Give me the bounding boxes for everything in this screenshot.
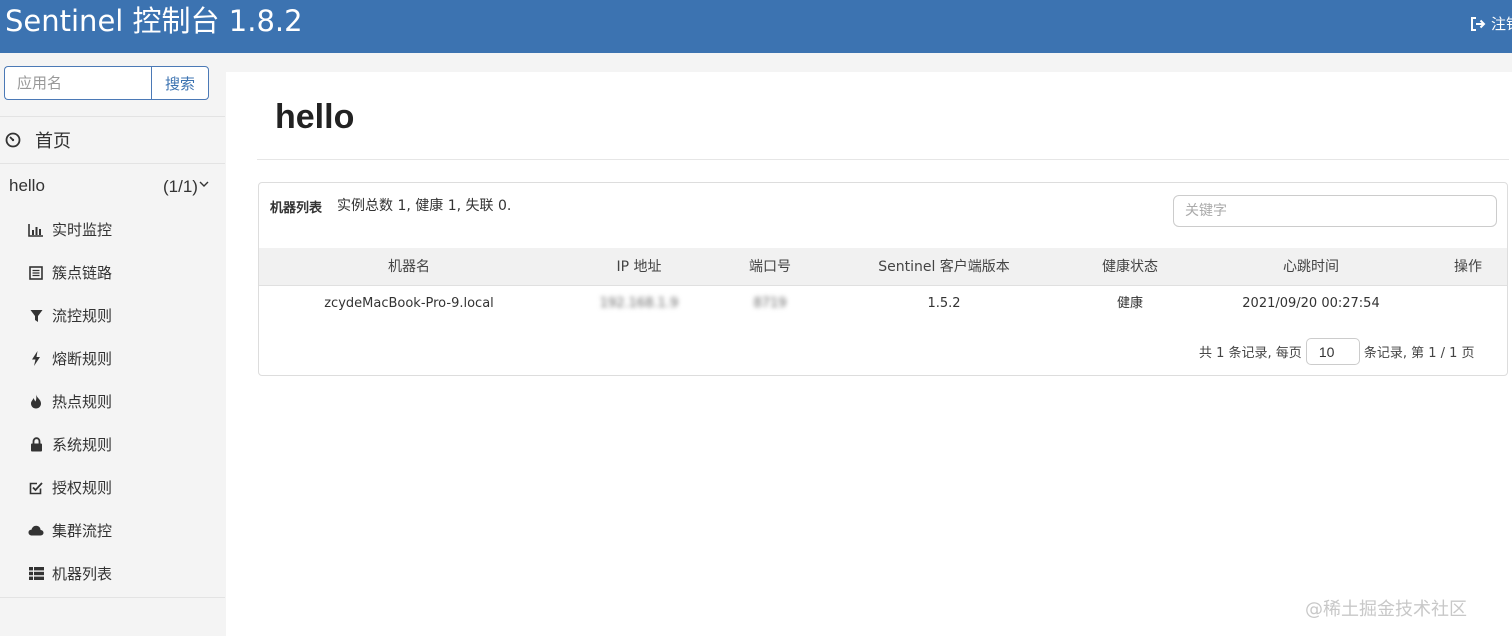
column-header-machine[interactable]: 机器名	[388, 248, 430, 286]
th-list-icon	[28, 566, 44, 582]
lock-icon	[28, 437, 44, 453]
bar-chart-icon	[28, 222, 44, 238]
sidebar-item-resource-chain[interactable]: 簇点链路	[0, 251, 225, 294]
cell-health: 健康	[1116, 296, 1144, 311]
sidebar-item-system-rules[interactable]: 系统规则	[0, 423, 225, 466]
sidebar: 搜索 首页 hello (1/1) 实时监控 簇点链路	[0, 53, 225, 636]
sidebar-item-label: 热点规则	[52, 393, 113, 411]
sidebar-divider	[0, 116, 225, 117]
list-alt-icon	[28, 265, 44, 281]
machine-list-panel: 机器列表 实例总数 1, 健康 1, 失联 0. 机器名 IP 地址 端口号 S…	[258, 182, 1508, 376]
column-header-health[interactable]: 健康状态	[1102, 248, 1158, 286]
fire-icon	[28, 394, 44, 410]
sidebar-item-realtime-monitor[interactable]: 实时监控	[0, 208, 225, 251]
sidebar-item-label: 流控规则	[52, 307, 113, 325]
sidebar-divider	[0, 597, 225, 598]
search-button[interactable]: 搜索	[151, 66, 209, 100]
sidebar-item-hotspot-rules[interactable]: 热点规则	[0, 380, 225, 423]
pager-suffix: 条记录, 第 1 / 1 页	[1363, 346, 1475, 361]
sidebar-app-hello[interactable]: hello (1/1)	[0, 165, 225, 207]
cell-heartbeat: 2021/09/20 00:27:54	[1242, 296, 1380, 311]
pager-prefix: 共 1 条记录, 每页	[1199, 346, 1302, 361]
column-header-action: 操作	[1454, 259, 1482, 275]
app-search-group: 搜索	[4, 66, 209, 100]
sidebar-item-label: 授权规则	[52, 479, 113, 497]
sidebar-item-label: 簇点链路	[52, 264, 113, 282]
chevron-down-icon	[199, 181, 209, 187]
sidebar-item-label: 机器列表	[52, 565, 113, 583]
column-header-heartbeat[interactable]: 心跳时间	[1283, 248, 1339, 286]
dashboard-icon	[5, 132, 21, 148]
panel-title: 机器列表	[270, 201, 323, 216]
logout-label: 注销	[1491, 16, 1512, 33]
sign-out-icon	[1471, 16, 1486, 31]
sidebar-item-home[interactable]: 首页	[0, 118, 225, 162]
cell-machine: zcydeMacBook-Pro-9.local	[324, 296, 494, 311]
page-size-input[interactable]	[1305, 338, 1360, 365]
app-instance-count: (1/1)	[163, 177, 209, 197]
sidebar-item-cluster-flow[interactable]: 集群流控	[0, 509, 225, 552]
table-header: 机器名 IP 地址 端口号 Sentinel 客户端版本 健康状态 心跳时间 操…	[259, 248, 1507, 286]
sidebar-divider	[0, 163, 225, 164]
sidebar-item-label: 集群流控	[52, 522, 113, 540]
flash-icon	[28, 351, 44, 367]
column-header-port[interactable]: 端口号	[749, 248, 791, 286]
pagination: 共 1 条记录, 每页 条记录, 第 1 / 1 页	[1199, 338, 1475, 365]
keyword-search-input[interactable]	[1173, 195, 1497, 227]
app-name: hello	[9, 176, 45, 195]
check-icon	[28, 480, 44, 496]
app-search-input[interactable]	[4, 66, 151, 100]
sidebar-item-degrade-rules[interactable]: 熔断规则	[0, 337, 225, 380]
watermark: @稀土掘金技术社区	[1305, 599, 1467, 620]
cell-port: 8719	[753, 296, 787, 311]
title-divider	[257, 159, 1509, 160]
app-count-label: (1/1)	[163, 177, 198, 196]
app-title: Sentinel 控制台 1.8.2	[5, 4, 303, 38]
sidebar-item-label: 首页	[35, 131, 71, 152]
sidebar-item-flow-rules[interactable]: 流控规则	[0, 294, 225, 337]
sidebar-item-label: 实时监控	[52, 221, 113, 239]
sidebar-item-label: 熔断规则	[52, 350, 113, 368]
logout-link[interactable]: 注销	[1469, 13, 1512, 34]
filter-icon	[28, 308, 44, 324]
cloud-icon	[28, 523, 44, 539]
main-content: hello 机器列表 实例总数 1, 健康 1, 失联 0. 机器名 IP 地址…	[226, 72, 1512, 636]
column-header-ip[interactable]: IP 地址	[616, 248, 661, 286]
sidebar-item-authority-rules[interactable]: 授权规则	[0, 466, 225, 509]
cell-version: 1.5.2	[927, 296, 961, 311]
cell-ip: 192.168.1.9	[599, 296, 679, 311]
sidebar-item-machine-list[interactable]: 机器列表	[0, 552, 225, 595]
instance-summary: 实例总数 1, 健康 1, 失联 0.	[337, 198, 512, 214]
top-navbar: Sentinel 控制台 1.8.2 注销	[0, 0, 1512, 53]
sidebar-item-label: 系统规则	[52, 436, 113, 454]
column-header-version[interactable]: Sentinel 客户端版本	[878, 248, 1010, 286]
page-title: hello	[275, 98, 355, 136]
